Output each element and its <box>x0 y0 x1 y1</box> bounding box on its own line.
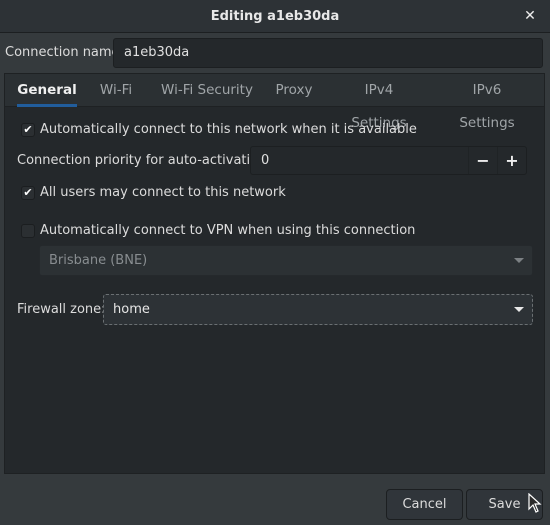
vpn-label: Automatically connect to VPN when using … <box>40 223 416 238</box>
all-users-checkbox[interactable]: ✔ <box>21 185 35 200</box>
title-bar: Editing a1eb30da ✕ <box>0 0 550 33</box>
cancel-button[interactable]: Cancel <box>386 489 463 520</box>
auto-connect-checkbox[interactable]: ✔ <box>21 122 35 137</box>
vpn-checkbox[interactable] <box>21 223 35 238</box>
edit-connection-dialog: Editing a1eb30da ✕ Connection name: a1eb… <box>0 0 550 525</box>
tab-wifi-security[interactable]: Wi-Fi Security <box>157 74 257 107</box>
vpn-select: Brisbane (BNE) <box>39 245 533 276</box>
increment-button[interactable]: + <box>497 147 526 174</box>
all-users-label: All users may connect to this network <box>40 185 286 200</box>
firewall-zone-label: Firewall zone: <box>17 302 106 317</box>
tab-bar: General Wi-Fi Wi-Fi Security Proxy IPv4 … <box>5 74 544 131</box>
chevron-down-icon <box>514 258 524 263</box>
connection-name-label: Connection name: <box>5 45 124 60</box>
firewall-zone-value: home <box>113 302 150 317</box>
priority-value[interactable]: 0 <box>261 153 269 168</box>
priority-label: Connection priority for auto-activation: <box>17 153 271 168</box>
auto-connect-label: Automatically connect to this network wh… <box>40 122 417 137</box>
firewall-zone-select[interactable]: home <box>103 294 533 325</box>
all-users-row: ✔ All users may connect to this network <box>21 185 286 200</box>
window-title: Editing a1eb30da <box>210 8 340 24</box>
connection-name-row: Connection name: a1eb30da <box>0 37 550 69</box>
tab-ipv6-settings[interactable]: IPv6 Settings <box>443 74 531 131</box>
priority-spinbutton[interactable]: 0 − + <box>250 146 527 175</box>
tab-proxy[interactable]: Proxy <box>271 74 317 107</box>
vpn-row: Automatically connect to VPN when using … <box>21 223 415 238</box>
mouse-cursor-icon <box>528 493 542 513</box>
chevron-down-icon <box>514 307 524 312</box>
settings-notebook: General Wi-Fi Wi-Fi Security Proxy IPv4 … <box>4 73 545 474</box>
close-icon[interactable]: ✕ <box>522 8 538 24</box>
connection-name-input[interactable]: a1eb30da <box>113 38 543 68</box>
tab-ipv4-settings[interactable]: IPv4 Settings <box>335 74 423 131</box>
vpn-select-value: Brisbane (BNE) <box>49 253 148 268</box>
tab-general[interactable]: General <box>17 74 77 107</box>
tab-wifi[interactable]: Wi-Fi <box>93 74 139 107</box>
decrement-button[interactable]: − <box>468 147 497 174</box>
auto-connect-row: ✔ Automatically connect to this network … <box>21 122 417 137</box>
